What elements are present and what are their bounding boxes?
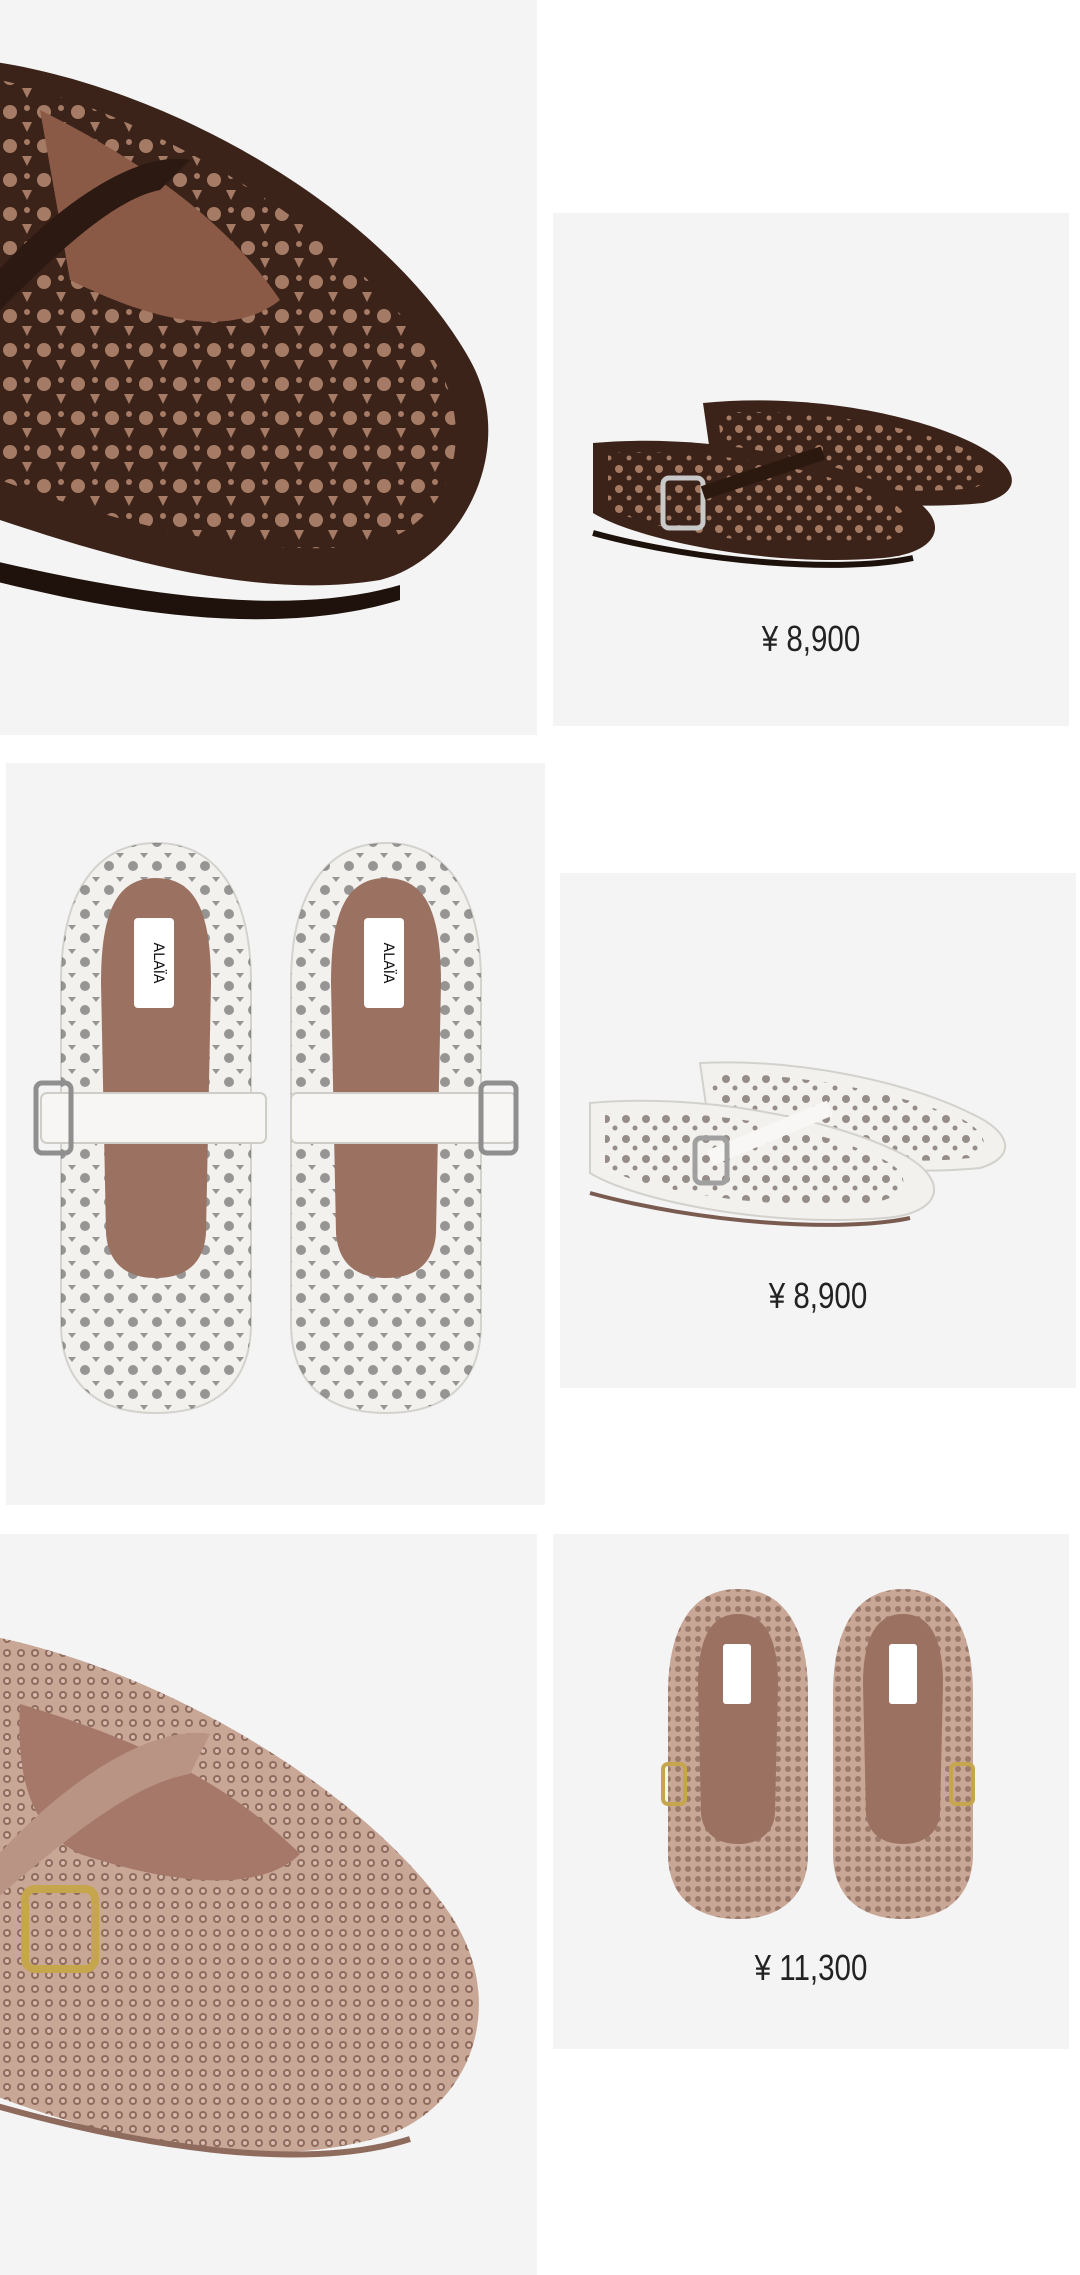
product-card-brown-suede[interactable]: ¥ 8,900 — [553, 213, 1069, 726]
product-price: ¥ 8,900 — [768, 1275, 868, 1316]
product-image-woven-pair — [553, 1574, 1069, 1934]
detail-photo-brown-suede[interactable] — [0, 0, 537, 735]
brand-label-left: ALAÏA — [150, 943, 168, 984]
brand-label-right: ALAÏA — [380, 943, 398, 984]
product-price: ¥ 11,300 — [754, 1947, 868, 1988]
product-card-woven[interactable]: ¥ 11,300 — [553, 1534, 1069, 2049]
product-image-brown-suede-pair — [553, 363, 1069, 613]
product-card-white-leather[interactable]: ¥ 8,900 — [560, 873, 1076, 1388]
product-image-white-leather-pair — [560, 1033, 1076, 1273]
product-price: ¥ 8,900 — [761, 618, 861, 659]
detail-photo-white-leather[interactable]: ALAÏA ALAÏA — [6, 763, 545, 1505]
detail-photo-woven[interactable] — [0, 1534, 537, 2275]
